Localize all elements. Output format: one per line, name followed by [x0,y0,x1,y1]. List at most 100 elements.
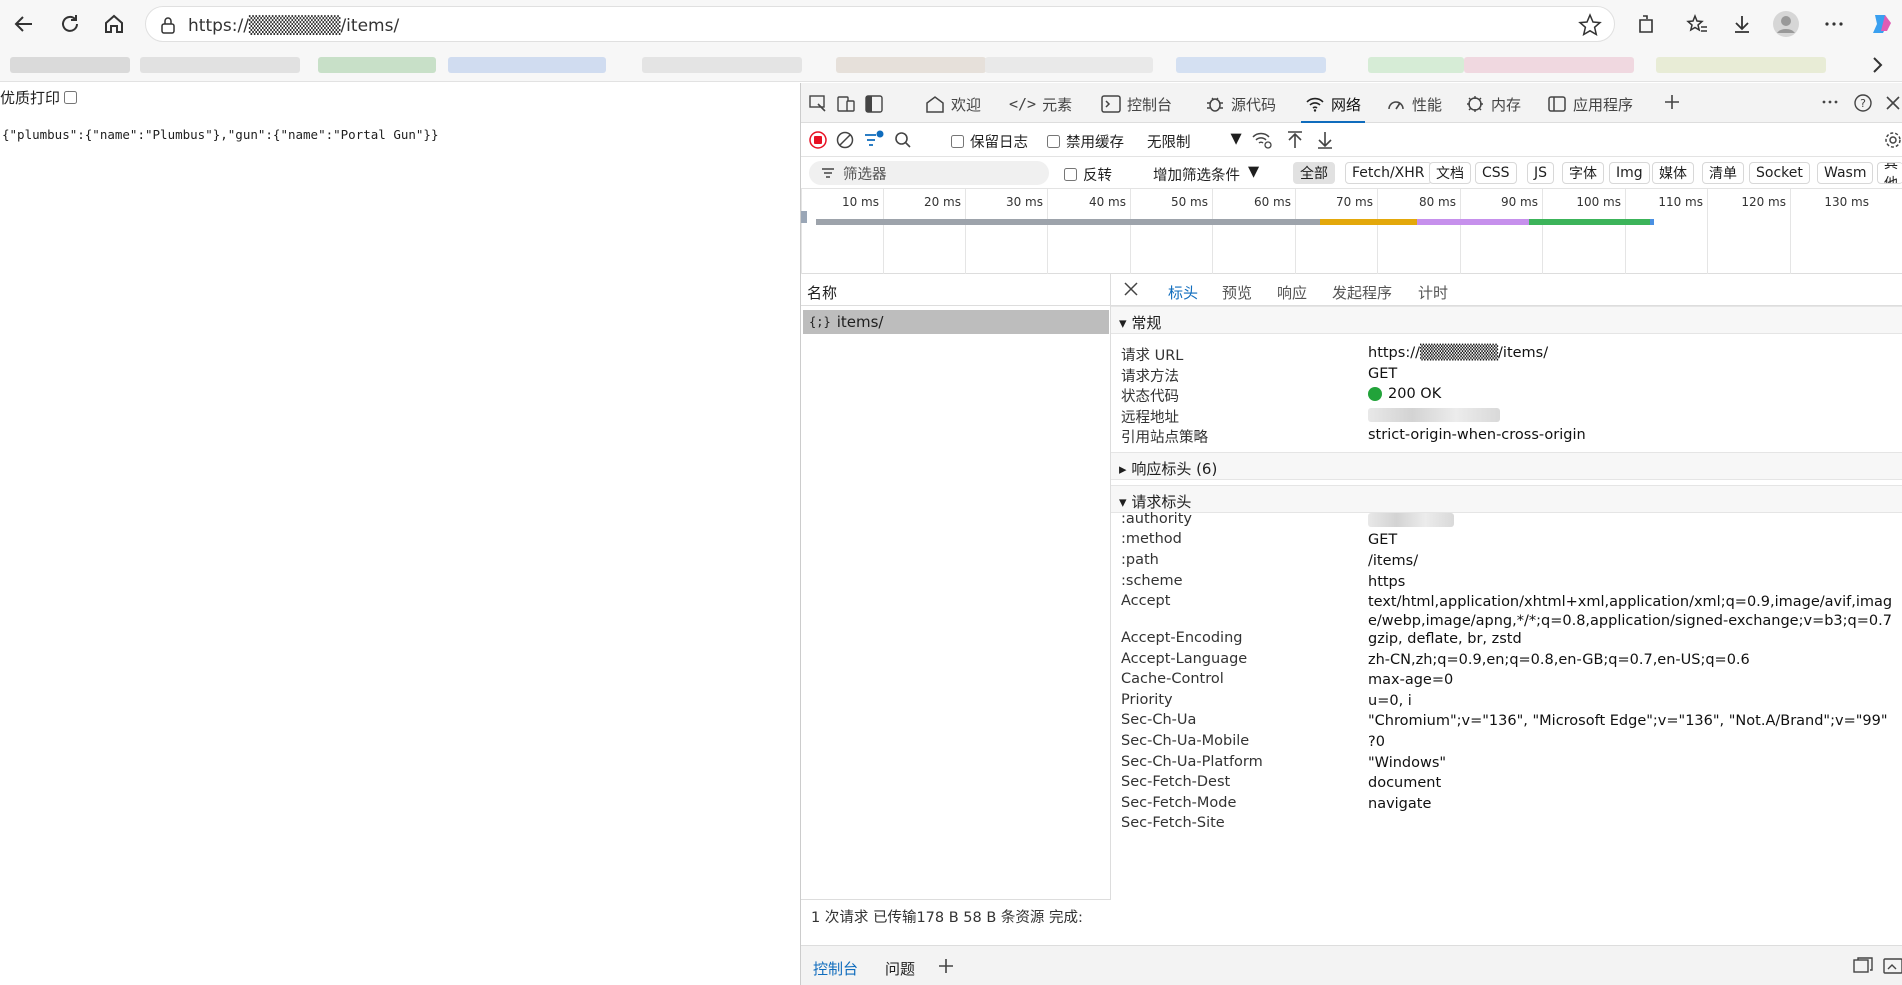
general-section-header[interactable]: ▾ 常规 [1111,306,1902,334]
disable-cache-checkbox[interactable]: 禁用缓存 [1047,131,1124,152]
json-file-icon: {;} [809,315,831,329]
timeline-tick: 120 ms [1707,189,1790,274]
network-conditions-icon[interactable] [1251,130,1273,150]
add-tab-icon[interactable] [1663,93,1681,111]
tab-performance[interactable]: 性能 [1386,91,1442,117]
bookmark-item[interactable] [1656,57,1826,73]
search-icon[interactable] [894,131,912,149]
invert-input[interactable] [1064,168,1077,181]
response-headers-section-header[interactable]: ▸ 响应标头 (6) [1111,452,1902,480]
star-icon[interactable] [1578,13,1602,37]
overview-handle[interactable] [801,211,807,223]
request-row[interactable]: {;} items/ [803,310,1109,334]
dock-drawer-icon[interactable] [1853,957,1873,975]
filter-chip-fetch[interactable]: Fetch/XHR [1345,162,1432,184]
more-icon[interactable] [1818,8,1850,40]
chevron-right-icon[interactable] [1870,56,1884,74]
bookmark-item[interactable] [1368,57,1464,73]
more-filters-dropdown[interactable]: 增加筛选条件 ▼ [1153,164,1259,185]
settings-icon[interactable] [1883,130,1902,150]
dock-side-icon[interactable] [865,95,883,113]
refresh-icon[interactable] [54,8,86,40]
filter-chip-doc[interactable]: 文档 [1429,162,1471,184]
tab-response[interactable]: 响应 [1277,282,1307,303]
filter-input[interactable]: 筛选器 [809,161,1049,185]
record-icon[interactable] [809,131,827,149]
tab-elements[interactable]: </> 元素 [1009,91,1072,117]
redacted-value [1368,513,1454,527]
copilot-icon[interactable] [1866,8,1898,40]
tab-preview[interactable]: 预览 [1222,282,1252,303]
tab-headers[interactable]: 标头 [1159,282,1207,311]
export-har-icon[interactable] [1316,130,1334,150]
tab-memory[interactable]: 内存 [1465,91,1521,117]
bookmark-item[interactable] [1464,57,1634,73]
tab-console[interactable]: 控制台 [1101,91,1172,117]
drawer-tab-console[interactable]: 控制台 [813,958,858,979]
add-drawer-tab-icon[interactable] [937,957,955,975]
tab-application[interactable]: 应用程序 [1547,91,1633,117]
redacted-value [1368,408,1500,422]
filter-chip-socket[interactable]: Socket [1749,162,1810,184]
code-icon: </> [1009,95,1037,113]
name-column-header[interactable]: 名称 [801,274,1110,306]
bookmark-item[interactable] [1176,57,1326,73]
bookmark-item[interactable] [642,57,802,73]
clear-icon[interactable] [836,131,854,149]
filter-chip-manifest[interactable]: 清单 [1702,162,1744,184]
address-bar[interactable]: https://▒▒▒▒▒▒▒/items/ [145,6,1615,42]
tab-welcome[interactable]: 欢迎 [925,91,981,117]
waterfall-content [1529,219,1650,225]
timeline-overview[interactable]: 10 ms 20 ms 30 ms 40 ms 50 ms 60 ms 70 m… [801,189,1902,274]
filter-chip-js[interactable]: JS [1527,162,1555,184]
favorites-icon[interactable] [1681,8,1713,40]
bookmark-item[interactable] [318,57,436,73]
back-icon[interactable] [8,8,40,40]
filter-chip-other[interactable]: 其他 [1877,162,1902,184]
filter-chip-all[interactable]: 全部 [1293,162,1335,184]
help-icon[interactable]: ? [1853,93,1873,113]
waterfall-waiting [816,219,1320,225]
inspect-icon[interactable] [809,95,827,113]
print-checkbox[interactable] [64,91,78,104]
extensions-icon[interactable] [1630,8,1662,40]
url-text[interactable]: https://▒▒▒▒▒▒▒/items/ [188,16,399,36]
throttle-select[interactable]: 无限制 ▼ [1147,131,1242,152]
bookmark-item[interactable] [985,57,1153,73]
filter-bar: 筛选器 反转 增加筛选条件 ▼ 全部 Fetch/XHR 文档 CSS JS 字… [801,157,1902,189]
import-har-icon[interactable] [1286,130,1304,150]
tab-network[interactable]: 网络 [1300,91,1366,124]
bookmark-item[interactable] [836,57,986,73]
bookmark-item[interactable] [448,57,606,73]
preserve-log-checkbox[interactable]: 保留日志 [951,131,1028,152]
profile-icon[interactable] [1770,8,1802,40]
filter-chip-css[interactable]: CSS [1475,162,1517,184]
close-icon[interactable] [1123,281,1139,297]
lock-icon[interactable] [160,16,176,34]
drawer-tab-issues[interactable]: 问题 [885,958,915,979]
tab-sources[interactable]: 源代码 [1205,91,1276,117]
home-icon[interactable] [98,8,130,40]
network-toolbar: 保留日志 禁用缓存 无限制 ▼ [801,123,1902,157]
filter-chip-media[interactable]: 媒体 [1652,162,1694,184]
download-icon[interactable] [1726,8,1758,40]
disable-cache-input[interactable] [1047,135,1060,148]
close-devtools-icon[interactable] [1885,95,1901,111]
invert-checkbox[interactable]: 反转 [1064,164,1112,185]
preserve-log-input[interactable] [951,135,964,148]
filter-chip-font[interactable]: 字体 [1562,162,1604,184]
filter-toggle-icon[interactable] [863,129,885,151]
browser-toolbar: https://▒▒▒▒▒▒▒/items/ [0,0,1902,48]
tab-initiator[interactable]: 发起程序 [1332,282,1392,303]
device-icon[interactable] [837,95,855,113]
print-quality-toggle[interactable]: 优质打印 [0,87,78,108]
close-drawer-icon[interactable] [1883,957,1902,975]
request-headers-section-header[interactable]: ▾ 请求标头 [1111,485,1902,513]
devtools-panel: 欢迎 </> 元素 控制台 源代码 网络 性能 内存 应用程序 ? 保留日志 禁… [800,83,1902,985]
filter-chip-img[interactable]: Img [1609,162,1650,184]
more-tools-icon[interactable] [1821,93,1839,111]
bookmark-item[interactable] [140,57,300,73]
bookmark-item[interactable] [10,57,130,73]
tab-timing[interactable]: 计时 [1418,282,1448,303]
filter-chip-wasm[interactable]: Wasm [1817,162,1874,184]
